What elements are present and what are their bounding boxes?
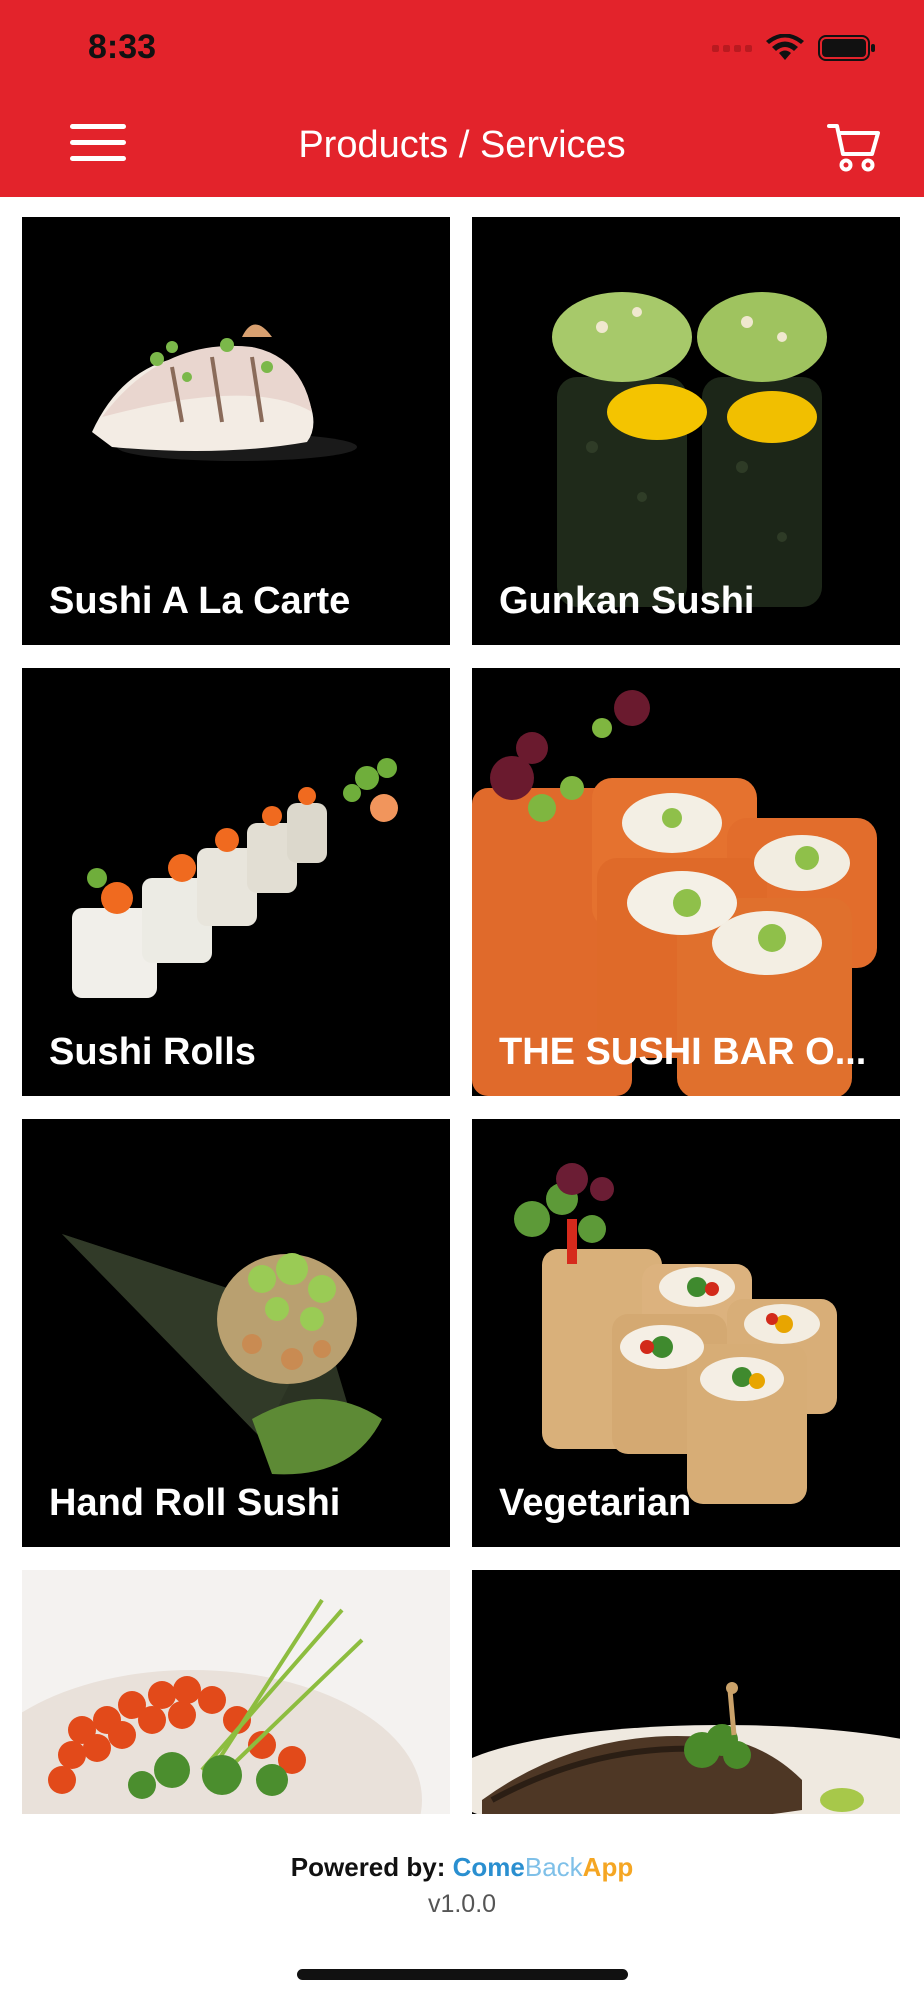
cart-button[interactable]: [826, 118, 882, 174]
category-label: Sushi A La Carte: [49, 580, 351, 622]
category-label: Vegetarian: [499, 1482, 692, 1524]
cart-icon: [827, 124, 880, 172]
category-card-hand-roll-sushi[interactable]: Hand Roll Sushi: [22, 1119, 450, 1547]
brand-come: Come: [452, 1852, 525, 1882]
status-time: 8:33: [88, 28, 157, 66]
category-card-sushi-a-la-carte[interactable]: Sushi A La Carte: [22, 217, 450, 645]
category-card-vegetarian[interactable]: Vegetarian: [472, 1119, 900, 1547]
category-card-sushi-rolls[interactable]: Sushi Rolls: [22, 668, 450, 1096]
category-grid: Sushi A La Carte Gunkan Sushi Sushi Roll…: [22, 217, 902, 1998]
category-label: Sushi Rolls: [49, 1031, 256, 1073]
brand-app: App: [582, 1852, 634, 1882]
category-label: Gunkan Sushi: [499, 580, 755, 622]
category-card-the-sushi-bar[interactable]: THE SUSHI BAR O...: [472, 668, 900, 1096]
category-label: Hand Roll Sushi: [49, 1482, 341, 1524]
powered-by-label: Powered by:: [290, 1852, 446, 1882]
brand-back: Back: [524, 1852, 583, 1882]
category-label: THE SUSHI BAR O...: [499, 1031, 867, 1073]
home-indicator: [297, 1969, 628, 1980]
app-screen: 8:33 Products / Services Sushi A La Cart…: [0, 0, 924, 2000]
status-icons: [712, 34, 876, 62]
battery-icon: [818, 35, 875, 61]
version-text: v1.0.0: [427, 1890, 497, 1918]
category-card-gunkan-sushi[interactable]: Gunkan Sushi: [472, 217, 900, 645]
page-title: Products / Services: [298, 124, 626, 166]
powered-by-text: Powered by: ComeBackApp: [0, 1852, 924, 1883]
signal-icon: [712, 44, 752, 52]
brand-link[interactable]: ComeBackApp: [453, 1852, 634, 1882]
wifi-icon: [766, 34, 804, 60]
app-header: 8:33 Products / Services: [0, 0, 924, 197]
